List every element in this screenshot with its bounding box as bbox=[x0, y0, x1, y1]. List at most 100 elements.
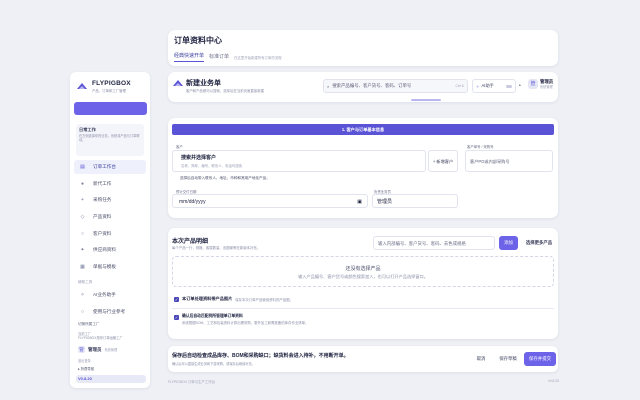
owner-select[interactable]: 管理员 bbox=[372, 194, 458, 208]
star-icon: ✦ bbox=[80, 247, 85, 254]
brand-name: FLYPIGBOX bbox=[92, 80, 131, 87]
more-icon[interactable]: • bbox=[519, 83, 521, 89]
customer-section: 1. 客户与订单基本信息 客户 搜索并选择客户 名称、简称、编号、联系人、电话均… bbox=[168, 118, 558, 218]
option-title: 本订单处理资料带产品图片 bbox=[182, 296, 233, 301]
sidebar-item-new-work[interactable]: ● 新代工作 bbox=[74, 177, 146, 191]
user-menu[interactable]: 管 管理员 系统管理 bbox=[528, 79, 553, 89]
logout-link[interactable]: 退出登录 bbox=[78, 358, 91, 363]
document-icon: ▤ bbox=[80, 164, 85, 170]
save-draft-button[interactable]: 保存草稿 bbox=[494, 352, 522, 366]
page-header: 订单资料中心 经典快速开单 标准订单 在这里开始新建所有订单的流程 bbox=[168, 30, 558, 66]
customer-label: 客户 bbox=[176, 145, 183, 149]
po-label: 客户单号 / 采购号 bbox=[467, 145, 494, 149]
date-value: mm/dd/yyyy bbox=[179, 199, 206, 205]
sidebar-item-label: 单据与模板 bbox=[93, 264, 116, 270]
sidebar-item-label: 使用与行业参考 bbox=[93, 308, 126, 314]
option-desc: 系统根据BOM、工艺和包装资料计算出需采购、委外加工和需准备的库存作业清单。 bbox=[182, 321, 309, 325]
search-placeholder: 搜索产品编号、客户货号、客码、订单号 bbox=[332, 83, 412, 88]
new-order-button[interactable] bbox=[74, 102, 147, 115]
po-input[interactable]: 客户PO或内部采购号 bbox=[465, 150, 553, 172]
logo-icon bbox=[173, 80, 183, 86]
action-bar-desc: 确认后可以直接生成业务和下游采购，或保存后继续补充。 bbox=[172, 362, 255, 366]
section-header: 1. 客户与订单基本信息 bbox=[172, 124, 554, 135]
logo-icon bbox=[77, 82, 87, 89]
sidebar-item-reference[interactable]: ○ 使用与行业参考 bbox=[74, 305, 146, 319]
sidebar-item-label: 采购任务 bbox=[93, 197, 112, 203]
sidebar-item-customers[interactable]: ○ 客户资料 bbox=[74, 227, 146, 241]
products-subtitle: 每个产品一行，规格、客属数量、含图案等在新版本补充。 bbox=[172, 246, 261, 250]
submit-button[interactable]: 保存并提交 bbox=[524, 352, 556, 366]
more-products-button[interactable]: 选择更多产品 bbox=[522, 236, 556, 250]
spark-icon: ✧ bbox=[476, 83, 480, 89]
option-product-images[interactable]: ✓ 本订单处理资料带产品图片 保存本次订单产品使用资料的产品图。 bbox=[174, 296, 293, 302]
option-desc: 保存本次订单产品使用资料的产品图。 bbox=[235, 298, 293, 302]
order-toolbar: 新建业务单 客户和产品都可以搜索，选择后在当前页面直接新建 ⌕ 搜索产品编号、客… bbox=[168, 72, 558, 102]
sidebar-item-label: 供应商资料 bbox=[93, 247, 116, 253]
ai-assistant-toggle[interactable]: ✧ AI助手 bbox=[472, 79, 516, 93]
delivery-date-input[interactable]: mm/dd/yyyy ▣ bbox=[172, 194, 368, 208]
avatar: 管 bbox=[528, 79, 538, 89]
sidebar-item-label: 订单工作台 bbox=[93, 164, 116, 169]
scroll-indicator bbox=[411, 99, 441, 101]
product-search-input[interactable]: 输入内部编号、客户货号、客码、去色或规格 bbox=[373, 236, 495, 250]
search-icon: ⌕ bbox=[327, 83, 330, 89]
checkbox-checked-icon[interactable]: ✓ bbox=[174, 297, 179, 302]
nav-section-label: 辅助工具 bbox=[78, 279, 93, 284]
add-product-button[interactable]: 添加 bbox=[499, 236, 518, 250]
circle-icon: ○ bbox=[80, 308, 85, 315]
sidebar-item-order-workbench[interactable]: ▤ 订单工作台 bbox=[74, 160, 146, 174]
page-title: 订单资料中心 bbox=[174, 36, 222, 45]
spark-icon: ✧ bbox=[80, 291, 85, 298]
add-customer-button[interactable]: + 新增客户 bbox=[428, 150, 458, 172]
tip-title: 日常工作 bbox=[79, 127, 96, 132]
collapse-nav-button[interactable]: ▸ 折叠导航 bbox=[78, 366, 94, 371]
plus-icon: + bbox=[81, 197, 84, 204]
option-auto-match[interactable]: ✓ 确认后自动匹配到所管理单订单资料 系统根据BOM、工艺和包装资料计算出需采购… bbox=[174, 314, 308, 325]
sidebar-user[interactable]: 管 管理员 系统管理 bbox=[78, 346, 117, 353]
footer-credits: FLYPIGBOX 订单与生产工作台 bbox=[168, 380, 216, 384]
toolbar-title: 新建业务单 bbox=[186, 80, 221, 87]
cancel-button[interactable]: 取消 bbox=[468, 352, 494, 366]
products-section: 本次产品明细 每个产品一行，规格、客属数量、含图案等在新版本补充。 输入内部编号… bbox=[168, 228, 558, 339]
divider bbox=[172, 308, 554, 309]
customer-picker-title: 搜索并选择客户 bbox=[181, 155, 217, 161]
action-bar: 保存后自动检查成品库存、BOM和采购缺口；缺货料会进入待补，不用断开单。 确认后… bbox=[168, 346, 558, 372]
sidebar-item-suppliers[interactable]: ✦ 供应商资料 bbox=[74, 243, 146, 257]
user-role: 系统管理 bbox=[540, 85, 553, 89]
sidebar: FLYPIGBOX 产品、订单和工厂管理 日常工作 在左侧选择你的业务，系统将产… bbox=[70, 72, 150, 388]
customer-hint: 选择后自动带入联系人、地址、币种和常用产地化产品。 bbox=[180, 176, 270, 180]
sidebar-nav: ▤ 订单工作台 ● 新代工作 + 采购任务 ◇ 产品资料 ○ 客户资料 ✦ 供应商资料 ▦ 单… bbox=[74, 160, 146, 321]
search-shortcut: Ctrl K bbox=[455, 84, 464, 88]
customer-picker[interactable]: 搜索并选择客户 名称、简称、编号、联系人、电话均搜索 bbox=[172, 150, 426, 172]
ai-label: AI助手 bbox=[481, 83, 494, 88]
checkbox-checked-icon[interactable]: ✓ bbox=[174, 315, 179, 320]
brand-subtitle: 产品、订单和工厂管理 bbox=[92, 89, 126, 93]
action-bar-title: 保存后自动检查成品库存、BOM和采购缺口；缺货料会进入待补，不用断开单。 bbox=[172, 353, 349, 359]
toolbar-subtitle: 客户和产品都可以搜索，选择后在当前页面直接新建 bbox=[186, 89, 264, 93]
sidebar-item-label: 客户资料 bbox=[93, 230, 112, 236]
calendar-icon[interactable]: ▣ bbox=[357, 195, 362, 209]
version-badge: V0.8.20 bbox=[76, 375, 146, 383]
global-search-input[interactable]: ⌕ 搜索产品编号、客户货号、客码、订单号 Ctrl K bbox=[323, 79, 468, 93]
toggle-switch[interactable] bbox=[506, 84, 512, 88]
circle-icon: ○ bbox=[80, 230, 85, 237]
sidebar-item-products[interactable]: ◇ 产品资料 bbox=[74, 210, 146, 224]
tab-quick-order[interactable]: 经典快速开单 bbox=[174, 52, 205, 62]
cube-icon: ◇ bbox=[80, 214, 85, 221]
sidebar-item-ai-assistant[interactable]: ✧ AI业务助手 bbox=[74, 288, 146, 302]
avatar: 管 bbox=[78, 346, 85, 353]
sidebar-item-label: 新代工作 bbox=[93, 180, 112, 186]
tab-hint: 在这里开始新建所有订单的流程 bbox=[234, 55, 282, 60]
tab-standard-order[interactable]: 标准订单 bbox=[209, 53, 229, 62]
sidebar-item-documents[interactable]: ▦ 单据与模板 bbox=[74, 260, 146, 274]
dot-icon: ● bbox=[80, 180, 85, 187]
user-role: 系统管理 bbox=[104, 348, 118, 352]
empty-state: 还没有选择产品 输入产品编号、客户货号或颜色搜索加入，也可以打开产品选择窗口。 bbox=[172, 256, 554, 287]
workspace-info: 当前工厂 FLYPIGBOX是你订单运输工厂 bbox=[78, 332, 123, 341]
empty-desc: 输入产品编号、客户货号或颜色搜索加入，也可以打开产品选择窗口。 bbox=[298, 274, 428, 279]
sidebar-item-purchase[interactable]: + 采购任务 bbox=[74, 193, 146, 207]
tip-card: 日常工作 在左侧选择你的业务，系统将产品与订单联动。 bbox=[76, 124, 144, 156]
customer-picker-desc: 名称、简称、编号、联系人、电话均搜索 bbox=[181, 164, 243, 168]
workspace-label: 切换所属工厂 bbox=[78, 322, 100, 326]
tab-bar: 经典快速开单 标准订单 在这里开始新建所有订单的流程 bbox=[174, 52, 282, 62]
